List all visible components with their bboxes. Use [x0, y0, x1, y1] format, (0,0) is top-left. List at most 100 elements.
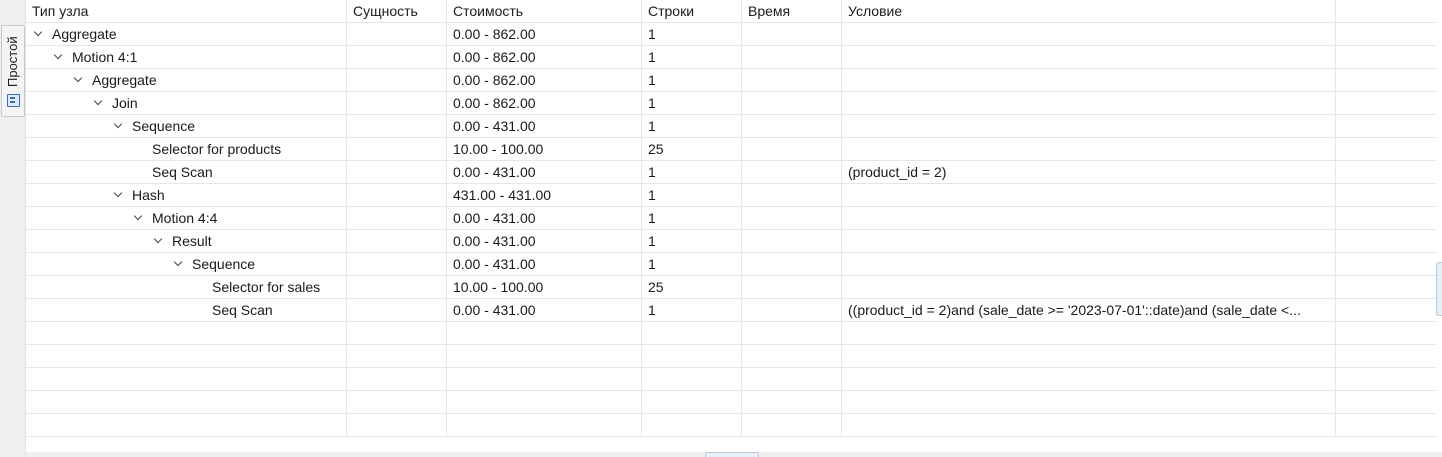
- table-header: Тип узла Сущность Стоимость Строки Время…: [26, 0, 1436, 23]
- chevron-down-icon[interactable]: [172, 257, 186, 271]
- cost-cell: 10.00 - 100.00: [447, 276, 642, 298]
- node-type-label: Aggregate: [52, 26, 117, 42]
- empty-cell: [642, 322, 742, 344]
- condition-cell: ((product_id = 2)and (sale_date >= '2023…: [842, 299, 1336, 321]
- side-panel-strip: Простой: [0, 0, 26, 457]
- leaf-spacer: [192, 280, 206, 294]
- empty-row: [26, 368, 1436, 391]
- entity-cell: [347, 115, 447, 137]
- condition-cell: [842, 276, 1336, 298]
- table-row[interactable]: Join 0.00 - 862.00 1: [26, 92, 1436, 115]
- node-type-label: Hash: [132, 187, 165, 203]
- condition-cell: [842, 184, 1336, 206]
- cost-cell: 0.00 - 431.00: [447, 230, 642, 252]
- table-body: Aggregate 0.00 - 862.00 1 Motion 4:1 0.00 - …: [26, 23, 1436, 437]
- empty-cell: [447, 345, 642, 367]
- node-type-label: Result: [172, 233, 212, 249]
- chevron-down-icon[interactable]: [112, 119, 126, 133]
- table-row[interactable]: Seq Scan 0.00 - 431.00 1 (product_id = 2): [26, 161, 1436, 184]
- rows-cell: 1: [642, 299, 742, 321]
- rows-cell: 1: [642, 23, 742, 45]
- table-row[interactable]: Sequence 0.00 - 431.00 1: [26, 115, 1436, 138]
- chevron-down-icon[interactable]: [152, 234, 166, 248]
- entity-cell: [347, 184, 447, 206]
- empty-cell: [842, 345, 1336, 367]
- empty-cell: [26, 391, 347, 413]
- condition-cell: [842, 138, 1336, 160]
- filler-cell: [1336, 46, 1436, 68]
- condition-cell: [842, 92, 1336, 114]
- cost-cell: 0.00 - 431.00: [447, 253, 642, 275]
- empty-cell: [1336, 368, 1436, 390]
- condition-cell: [842, 115, 1336, 137]
- node-type-cell: Selector for sales: [26, 276, 347, 298]
- table-row[interactable]: Aggregate 0.00 - 862.00 1: [26, 69, 1436, 92]
- node-type-cell: Motion 4:1: [26, 46, 347, 68]
- table-row[interactable]: Selector for sales 10.00 - 100.00 25: [26, 276, 1436, 299]
- chevron-down-icon[interactable]: [112, 188, 126, 202]
- node-type-label: Seq Scan: [212, 302, 273, 318]
- chevron-down-icon[interactable]: [72, 73, 86, 87]
- empty-cell: [642, 368, 742, 390]
- empty-cell: [642, 345, 742, 367]
- chevron-down-icon[interactable]: [32, 27, 46, 41]
- cost-cell: 0.00 - 431.00: [447, 207, 642, 229]
- rows-cell: 1: [642, 46, 742, 68]
- time-cell: [742, 276, 842, 298]
- filler-cell: [1336, 138, 1436, 160]
- empty-cell: [447, 414, 642, 436]
- entity-cell: [347, 161, 447, 183]
- node-type-cell: Join: [26, 92, 347, 114]
- table-row[interactable]: Motion 4:4 0.00 - 431.00 1: [26, 207, 1436, 230]
- empty-cell: [642, 391, 742, 413]
- entity-cell: [347, 138, 447, 160]
- filler-cell: [1336, 23, 1436, 45]
- rows-cell: 1: [642, 69, 742, 91]
- column-header-entity[interactable]: Сущность: [347, 0, 447, 22]
- column-header-condition[interactable]: Условие: [842, 0, 1336, 22]
- condition-cell: [842, 207, 1336, 229]
- table-row[interactable]: Seq Scan 0.00 - 431.00 1 ((product_id = 2)a…: [26, 299, 1436, 322]
- empty-cell: [842, 368, 1336, 390]
- empty-cell: [447, 368, 642, 390]
- node-type-cell: Aggregate: [26, 69, 347, 91]
- empty-cell: [26, 414, 347, 436]
- column-header-node-type[interactable]: Тип узла: [26, 0, 347, 22]
- entity-cell: [347, 230, 447, 252]
- chevron-down-icon[interactable]: [132, 211, 146, 225]
- chevron-down-icon[interactable]: [52, 50, 66, 64]
- table-row[interactable]: Selector for products 10.00 - 100.00 25: [26, 138, 1436, 161]
- column-header-time[interactable]: Время: [742, 0, 842, 22]
- empty-cell: [1336, 345, 1436, 367]
- rows-cell: 1: [642, 207, 742, 229]
- right-sash-handle[interactable]: [1436, 262, 1442, 316]
- column-header-cost[interactable]: Стоимость: [447, 0, 642, 22]
- plan-tree-table: Тип узла Сущность Стоимость Строки Время…: [26, 0, 1436, 452]
- table-row[interactable]: Sequence 0.00 - 431.00 1: [26, 253, 1436, 276]
- filler-cell: [1336, 253, 1436, 275]
- empty-cell: [742, 414, 842, 436]
- bottom-sash-handle[interactable]: [705, 452, 759, 457]
- time-cell: [742, 184, 842, 206]
- table-row[interactable]: Hash 431.00 - 431.00 1: [26, 184, 1436, 207]
- empty-cell: [447, 322, 642, 344]
- filler-cell: [1336, 115, 1436, 137]
- table-row[interactable]: Motion 4:1 0.00 - 862.00 1: [26, 46, 1436, 69]
- column-header-rows[interactable]: Строки: [642, 0, 742, 22]
- node-type-cell: Sequence: [26, 253, 347, 275]
- table-row[interactable]: Aggregate 0.00 - 862.00 1: [26, 23, 1436, 46]
- time-cell: [742, 299, 842, 321]
- empty-cell: [26, 368, 347, 390]
- condition-cell: [842, 253, 1336, 275]
- cost-cell: 0.00 - 431.00: [447, 161, 642, 183]
- empty-cell: [26, 345, 347, 367]
- node-type-cell: Sequence: [26, 115, 347, 137]
- empty-cell: [447, 391, 642, 413]
- time-cell: [742, 92, 842, 114]
- node-type-label: Seq Scan: [152, 164, 213, 180]
- leaf-spacer: [132, 142, 146, 156]
- table-row[interactable]: Result 0.00 - 431.00 1: [26, 230, 1436, 253]
- simple-view-tab[interactable]: Простой: [1, 25, 25, 117]
- chevron-down-icon[interactable]: [92, 96, 106, 110]
- rows-cell: 1: [642, 92, 742, 114]
